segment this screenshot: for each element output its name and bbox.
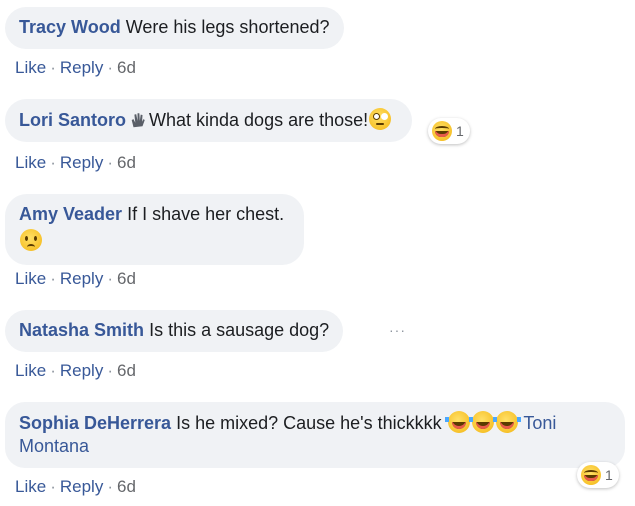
tears-of-joy-emoji-icon	[444, 411, 473, 433]
comment-text: What kinda dogs are those!	[149, 110, 369, 130]
like-button[interactable]: Like	[15, 477, 46, 496]
separator: ·	[50, 153, 56, 172]
haha-reaction-icon	[432, 121, 452, 141]
separator: ·	[107, 361, 113, 380]
reply-button[interactable]: Reply	[60, 361, 103, 380]
reaction-badge[interactable]: 1	[577, 462, 619, 488]
waving-hand-icon	[131, 113, 145, 128]
reply-button[interactable]: Reply	[60, 58, 103, 77]
separator: ·	[50, 477, 56, 496]
separator: ·	[107, 477, 113, 496]
like-button[interactable]: Like	[15, 269, 46, 288]
reply-button[interactable]: Reply	[60, 477, 103, 496]
comment-2: Lori Santoro What kinda dogs are those!	[5, 99, 413, 142]
separator: ·	[107, 269, 113, 288]
reaction-count: 1	[605, 467, 613, 483]
comment-time[interactable]: 6d	[117, 153, 136, 172]
worried-face-emoji-icon	[20, 229, 42, 251]
like-button[interactable]: Like	[15, 153, 46, 172]
reaction-count: 1	[456, 123, 464, 139]
comment-text: Is he mixed? Cause he's thickkkk	[176, 413, 442, 433]
comment-time[interactable]: 6d	[117, 58, 136, 77]
comment-author[interactable]: Sophia DeHerrera	[19, 413, 171, 433]
reply-button[interactable]: Reply	[60, 153, 103, 172]
comment-text: If I shave her chest.	[127, 204, 285, 224]
comment-actions: Like · Reply · 6d	[15, 153, 136, 173]
reaction-badge[interactable]: 1	[428, 118, 470, 144]
comment-bubble: Natasha Smith Is this a sausage dog?	[5, 310, 344, 352]
separator: ·	[107, 58, 113, 77]
separator: ·	[107, 153, 113, 172]
comment-actions: Like · Reply · 6d	[15, 361, 136, 381]
comment-bubble: Amy Veader If I shave her chest.	[5, 194, 305, 265]
comment-time[interactable]: 6d	[117, 269, 136, 288]
separator: ·	[50, 361, 56, 380]
comment-actions: Like · Reply · 6d	[15, 477, 136, 497]
comment-bubble: Tracy Wood Were his legs shortened?	[5, 7, 344, 49]
eye-roll-emoji-icon	[369, 108, 392, 130]
comment-4: Natasha Smith Is this a sausage dog?	[5, 310, 344, 352]
comment-3: Amy Veader If I shave her chest.	[5, 194, 305, 265]
comment-bubble: Sophia DeHerrera Is he mixed? Cause he's…	[5, 402, 625, 468]
separator: ·	[50, 269, 56, 288]
separator: ·	[50, 58, 56, 77]
comment-bubble: Lori Santoro What kinda dogs are those!	[5, 99, 413, 142]
comment-author[interactable]: Amy Veader	[19, 204, 122, 224]
haha-reaction-icon	[581, 465, 601, 485]
comment-author[interactable]: Natasha Smith	[19, 320, 144, 340]
more-options-button[interactable]: ···	[389, 322, 406, 338]
comment-time[interactable]: 6d	[117, 477, 136, 496]
tears-of-joy-emoji-icon	[468, 411, 497, 433]
reply-button[interactable]: Reply	[60, 269, 103, 288]
comment-time[interactable]: 6d	[117, 361, 136, 380]
tagged-user-first: Toni	[523, 413, 557, 433]
comment-text: Is this a sausage dog?	[149, 320, 330, 340]
comment-author[interactable]: Lori Santoro	[19, 110, 126, 130]
comment-5: Sophia DeHerrera Is he mixed? Cause he's…	[5, 402, 625, 468]
comment-text: Were his legs shortened?	[125, 17, 330, 37]
comment-actions: Like · Reply · 6d	[15, 269, 136, 289]
comment-actions: Like · Reply · 6d	[15, 58, 136, 78]
like-button[interactable]: Like	[15, 361, 46, 380]
comment-1: Tracy Wood Were his legs shortened?	[5, 7, 344, 49]
tagged-user-last: Montana	[19, 436, 90, 456]
tears-of-joy-emoji-icon	[492, 411, 521, 433]
comment-author[interactable]: Tracy Wood	[19, 17, 121, 37]
like-button[interactable]: Like	[15, 58, 46, 77]
